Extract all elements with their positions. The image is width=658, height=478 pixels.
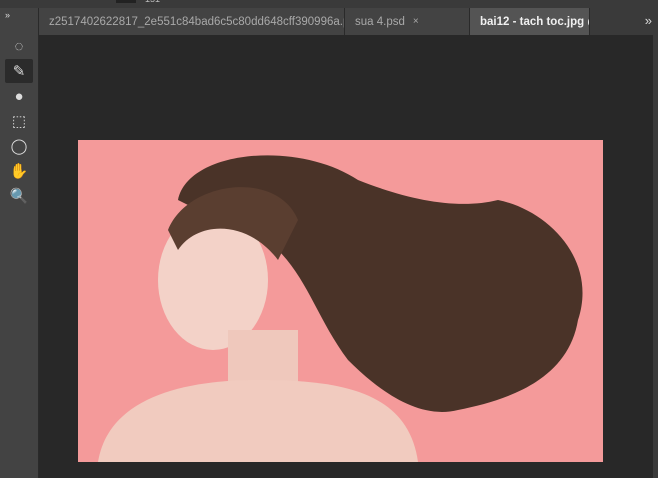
refine-edge-brush-icon[interactable]: ✎	[5, 59, 33, 83]
portrait-photo	[98, 155, 583, 462]
document-image[interactable]	[78, 140, 603, 462]
zoom-icon[interactable]: 🔍	[5, 184, 33, 208]
tools-panel: » ◌ ✎ ● ⬚ ◯ ✋ 🔍	[0, 8, 39, 478]
tab-document-3[interactable]: bai12 - tach toc.jpg @ 19,9	[470, 8, 590, 35]
swatch	[116, 0, 136, 3]
object-selection-icon[interactable]: ⬚	[5, 109, 33, 133]
options-bar: 151	[0, 0, 658, 8]
collapse-button[interactable]: »	[5, 10, 10, 20]
scrollbar[interactable]	[653, 35, 658, 478]
hand-icon[interactable]: ✋	[5, 159, 33, 183]
tab-label: sua 4.psd	[355, 15, 405, 28]
document-tabs: z2517402622817_2e551c84bad6c5c80dd648cff…	[39, 8, 658, 35]
tabs-overflow-button[interactable]: »	[645, 13, 652, 28]
tab-label: bai12 - tach toc.jpg @ 19,9	[480, 15, 589, 28]
tab-document-2[interactable]: sua 4.psd ×	[345, 8, 470, 35]
close-icon[interactable]: ×	[413, 16, 419, 27]
lasso-icon[interactable]: ◯	[5, 134, 33, 158]
quick-selection-icon[interactable]: ◌	[5, 34, 33, 58]
tab-document-1[interactable]: z2517402622817_2e551c84bad6c5c80dd648cff…	[39, 8, 345, 35]
option-value: 151	[145, 0, 160, 4]
tab-label: z2517402622817_2e551c84bad6c5c80dd648cff…	[49, 15, 345, 28]
color-replacement-icon[interactable]: ●	[5, 84, 33, 108]
